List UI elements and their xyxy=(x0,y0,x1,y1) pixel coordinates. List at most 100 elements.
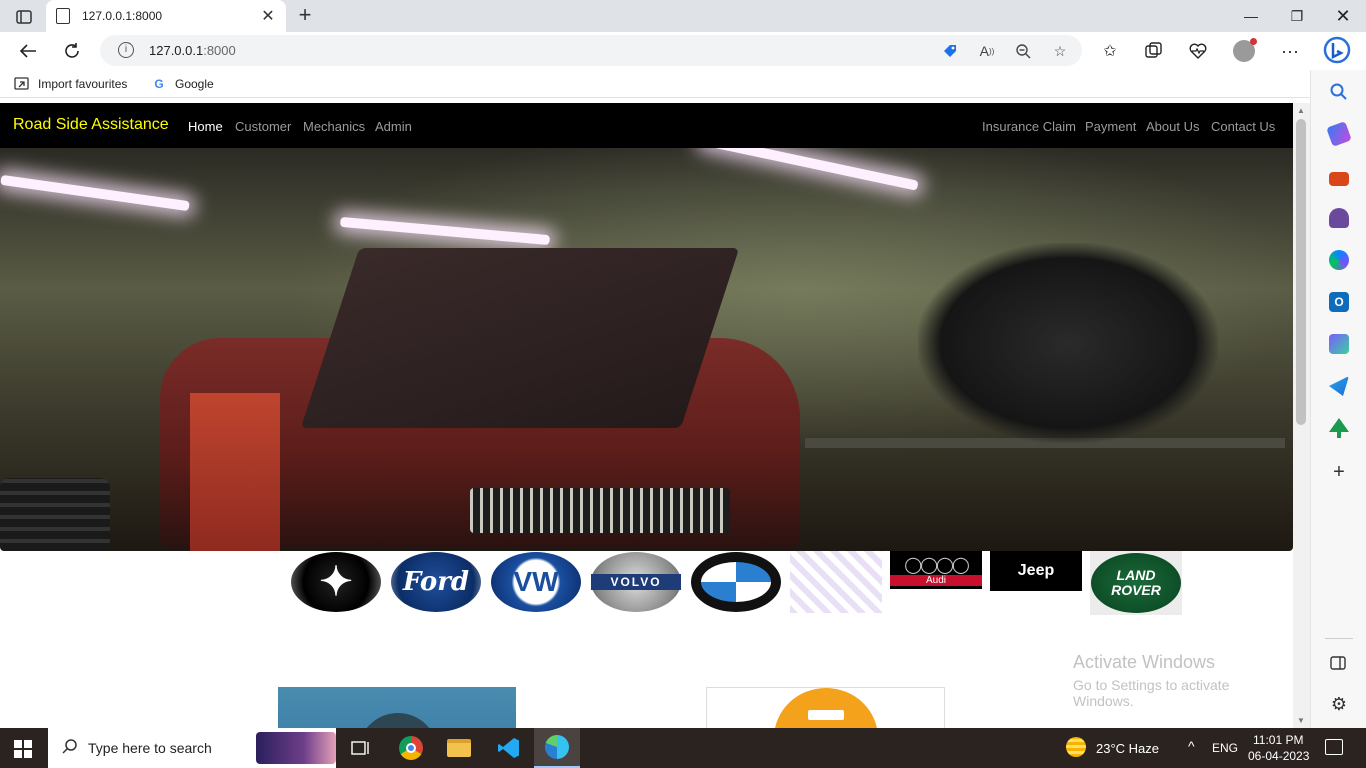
url-text: 127.0.0.1:8000 xyxy=(149,43,236,58)
new-tab-button[interactable]: + xyxy=(292,4,318,28)
mercedes-logo: ✦ xyxy=(290,551,382,613)
designer-icon[interactable] xyxy=(1329,334,1349,354)
favourites-button[interactable]: ✩ xyxy=(1095,37,1125,65)
browser-essentials-button[interactable] xyxy=(1183,37,1213,65)
url-port: :8000 xyxy=(203,43,236,58)
edge-taskbar-app[interactable] xyxy=(534,728,580,768)
language-indicator[interactable]: ENG xyxy=(1212,741,1238,755)
favourite-google[interactable]: G Google xyxy=(151,75,214,93)
watermark-subtitle: Go to Settings to activate Windows. xyxy=(1073,677,1230,709)
shopping-icon[interactable] xyxy=(1326,121,1352,147)
nav-payment[interactable]: Payment xyxy=(1085,119,1136,134)
back-button[interactable] xyxy=(13,37,43,65)
browser-tab[interactable]: 127.0.0.1:8000 ✕ xyxy=(46,0,286,32)
clock-time[interactable]: 11:01 PM xyxy=(1253,733,1303,747)
bmw-roundel-icon xyxy=(691,552,781,612)
more-icon: ··· xyxy=(1281,40,1299,61)
hide-sidebar-icon[interactable] xyxy=(1329,654,1349,674)
back-arrow-icon xyxy=(19,44,36,58)
favourites-bar: Import favourites G Google xyxy=(0,70,1310,98)
minimize-button[interactable]: — xyxy=(1228,0,1274,32)
page-icon xyxy=(56,8,70,24)
games-icon[interactable] xyxy=(1329,208,1349,228)
nav-admin[interactable]: Admin xyxy=(375,119,412,134)
tire-stack xyxy=(0,478,110,551)
edge-icon xyxy=(545,735,569,759)
sidebar-settings-icon[interactable]: ⚙ xyxy=(1329,694,1349,714)
ford-wordmark: Ford xyxy=(391,552,481,612)
browser-toolbar: i 127.0.0.1:8000 A)) ☆ ✩ ··· xyxy=(0,32,1366,70)
site-brand[interactable]: Road Side Assistance xyxy=(13,116,169,134)
sidebar-divider xyxy=(1325,638,1353,639)
send-icon[interactable] xyxy=(1329,376,1349,396)
brand-logos-strip: ✦ Ford VW VOLVO ◯◯◯◯ Audi Jeep LAND ROVER xyxy=(290,551,1190,617)
add-favourite-icon[interactable]: ☆ xyxy=(1050,41,1070,61)
nav-mechanics[interactable]: Mechanics xyxy=(303,119,365,134)
scroll-down-icon[interactable]: ▼ xyxy=(1297,716,1305,725)
site-navbar: Road Side Assistance Home Customer Mecha… xyxy=(0,103,1293,148)
land-rover-logo: LAND ROVER xyxy=(1090,551,1182,615)
land-rover-badge: LAND ROVER xyxy=(1091,553,1181,613)
settings-and-more-button[interactable]: ··· xyxy=(1275,37,1305,65)
vscode-taskbar-app[interactable] xyxy=(486,728,532,768)
card-illustration xyxy=(358,713,438,728)
outlook-icon[interactable]: O xyxy=(1329,292,1349,312)
microsoft-365-icon[interactable] xyxy=(1329,250,1349,270)
file-explorer-taskbar-app[interactable] xyxy=(436,728,482,768)
ceiling-light xyxy=(339,216,551,246)
refresh-button[interactable] xyxy=(57,37,87,65)
red-toolbox xyxy=(190,393,280,551)
google-icon: G xyxy=(154,77,164,91)
weather-text[interactable]: 23°C Haze xyxy=(1096,741,1159,756)
show-hidden-icons-chevron-icon[interactable]: ^ xyxy=(1188,738,1195,754)
task-view-button[interactable] xyxy=(338,728,384,768)
address-bar[interactable]: i 127.0.0.1:8000 A)) ☆ xyxy=(100,35,1082,66)
heart-pulse-icon xyxy=(1189,43,1207,59)
read-aloud-icon[interactable]: A)) xyxy=(977,41,997,61)
refresh-icon xyxy=(65,43,79,58)
bing-chat-button[interactable] xyxy=(1322,36,1352,64)
nav-contact-us[interactable]: Contact Us xyxy=(1211,119,1275,134)
favourite-google-label: Google xyxy=(175,77,214,91)
favourite-import[interactable]: Import favourites xyxy=(14,75,127,93)
clock-date[interactable]: 06-04-2023 xyxy=(1248,749,1309,763)
audi-logo: ◯◯◯◯ Audi xyxy=(890,551,982,589)
service-card-customer[interactable] xyxy=(278,687,516,728)
audi-rings-icon: ◯◯◯◯ xyxy=(904,556,970,574)
search-icon[interactable] xyxy=(1329,82,1349,102)
url-host: 127.0.0.1 xyxy=(149,43,204,58)
scrollbar-thumb[interactable] xyxy=(1296,119,1306,425)
notifications-icon[interactable] xyxy=(1325,739,1343,755)
tab-title: 127.0.0.1:8000 xyxy=(82,9,163,23)
mercedes-star-icon: ✦ xyxy=(291,552,381,612)
close-window-button[interactable]: ✕ xyxy=(1320,0,1366,32)
taskbar-search[interactable]: Type here to search xyxy=(48,728,336,768)
watermark-title: Activate Windows xyxy=(1073,652,1216,672)
edge-sidebar: O + ⚙ xyxy=(1310,70,1366,728)
close-tab-icon[interactable]: ✕ xyxy=(260,6,276,26)
scroll-up-icon[interactable]: ▲ xyxy=(1297,106,1305,115)
tree-icon[interactable] xyxy=(1329,418,1349,438)
collections-button[interactable] xyxy=(1139,37,1169,65)
search-icon xyxy=(62,738,78,759)
start-button[interactable] xyxy=(14,740,32,758)
chrome-taskbar-app[interactable] xyxy=(388,728,434,768)
folder-icon xyxy=(447,739,471,757)
restore-button[interactable]: ❐ xyxy=(1274,0,1320,32)
zoom-out-icon[interactable] xyxy=(1013,41,1033,61)
shopping-tag-icon[interactable] xyxy=(940,41,960,61)
nav-about-us[interactable]: About Us xyxy=(1146,119,1199,134)
land-rover-word-2: ROVER xyxy=(1111,582,1161,598)
site-info-icon[interactable]: i xyxy=(118,42,134,58)
profile-button[interactable] xyxy=(1229,37,1259,65)
windows-taskbar: Type here to search 23°C Haze ^ ENG 11:0… xyxy=(0,728,1366,768)
tools-icon[interactable] xyxy=(1329,172,1349,186)
tab-actions-button[interactable] xyxy=(10,6,38,28)
weather-icon[interactable] xyxy=(1066,737,1086,757)
nav-insurance-claim[interactable]: Insurance Claim xyxy=(982,119,1076,134)
nav-customer[interactable]: Customer xyxy=(235,119,291,134)
add-sidebar-app-icon[interactable]: + xyxy=(1329,462,1349,482)
page-scrollbar[interactable]: ▲ ▼ xyxy=(1293,103,1310,728)
service-card-mechanic[interactable] xyxy=(706,687,945,728)
nav-home[interactable]: Home xyxy=(188,119,223,134)
